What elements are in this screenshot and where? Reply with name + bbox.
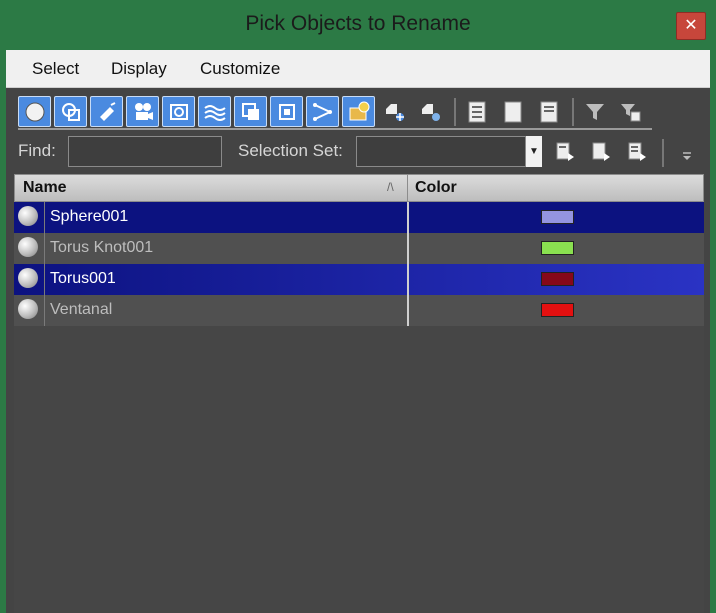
title-bar[interactable]: Pick Objects to Rename ✕ bbox=[0, 0, 716, 50]
object-name: Torus001 bbox=[50, 270, 116, 287]
findbar-separator bbox=[662, 139, 664, 167]
ventanal-object-icon bbox=[18, 299, 38, 319]
object-color-swatch bbox=[541, 303, 574, 317]
edit-selection-set-button[interactable] bbox=[620, 136, 653, 167]
containers-icon bbox=[349, 101, 369, 120]
object-color-swatch bbox=[541, 241, 574, 255]
geometry-icon bbox=[25, 102, 44, 121]
groups-icon bbox=[241, 102, 259, 120]
torus-knot-object-icon bbox=[18, 237, 38, 257]
dialog-content: Select Display Customize Find: Selection… bbox=[6, 50, 710, 613]
filter-options-button[interactable] bbox=[614, 96, 647, 127]
menu-select[interactable]: Select bbox=[32, 59, 79, 79]
find-bar: Find: Selection Set: ▼ bbox=[6, 133, 710, 171]
icon-column-divider bbox=[44, 202, 45, 326]
object-name: Torus Knot001 bbox=[50, 239, 154, 256]
shapes-icon bbox=[61, 102, 80, 121]
filter-options-icon bbox=[620, 103, 640, 121]
bones-icon bbox=[312, 102, 332, 121]
list-item[interactable]: Ventanal bbox=[14, 295, 704, 326]
overflow-icon bbox=[682, 151, 691, 160]
filter-toolbar bbox=[6, 88, 710, 132]
find-input[interactable] bbox=[68, 136, 222, 167]
xrefs-filter-button[interactable] bbox=[270, 96, 303, 127]
select-none-icon bbox=[504, 101, 521, 122]
space-warps-icon bbox=[203, 104, 226, 121]
frozen-objects-icon bbox=[385, 103, 404, 121]
xrefs-icon bbox=[278, 103, 295, 120]
name-column-header[interactable]: Name bbox=[23, 179, 67, 197]
filter-icon bbox=[585, 103, 604, 120]
toolbar-overflow-button[interactable] bbox=[670, 136, 703, 167]
column-separator[interactable] bbox=[407, 175, 408, 202]
list-header: Name /\ Color bbox=[14, 174, 704, 202]
lights-filter-button[interactable] bbox=[90, 96, 123, 127]
filter-button[interactable] bbox=[578, 96, 611, 127]
name-color-divider bbox=[407, 202, 409, 326]
menu-bar: Select Display Customize bbox=[6, 50, 710, 88]
list-item[interactable]: Torus001 bbox=[14, 264, 704, 295]
hidden-objects-icon bbox=[421, 103, 440, 121]
toolbar-separator-2 bbox=[572, 98, 574, 126]
select-none-button[interactable] bbox=[496, 96, 529, 127]
lights-icon bbox=[99, 101, 115, 121]
object-color-swatch bbox=[541, 272, 574, 286]
list-item[interactable]: Torus Knot001 bbox=[14, 233, 704, 264]
sphere-object-icon bbox=[18, 206, 38, 226]
close-button[interactable]: ✕ bbox=[676, 12, 706, 40]
pick-objects-dialog: Pick Objects to Rename ✕ Select Display … bbox=[0, 0, 716, 613]
object-name: Ventanal bbox=[50, 301, 113, 318]
hidden-objects-filter-button[interactable] bbox=[414, 96, 447, 127]
list-item[interactable]: Sphere001 bbox=[14, 202, 704, 233]
select-all-icon bbox=[468, 101, 485, 122]
toolbar-separator bbox=[454, 98, 456, 126]
find-label: Find: bbox=[18, 141, 56, 160]
window-title: Pick Objects to Rename bbox=[245, 12, 471, 35]
space-warps-filter-button[interactable] bbox=[198, 96, 231, 127]
selection-set-label: Selection Set: bbox=[238, 141, 343, 160]
groups-filter-button[interactable] bbox=[234, 96, 267, 127]
containers-filter-button[interactable] bbox=[342, 96, 375, 127]
select-invert-button[interactable] bbox=[532, 96, 565, 127]
menu-display[interactable]: Display bbox=[111, 59, 167, 79]
torus-object-icon bbox=[18, 268, 38, 288]
chevron-down-icon: ▼ bbox=[529, 146, 539, 157]
cameras-filter-button[interactable] bbox=[126, 96, 159, 127]
selection-set-edit-icon bbox=[628, 142, 646, 161]
color-column-header[interactable]: Color bbox=[415, 179, 457, 197]
object-name: Sphere001 bbox=[50, 208, 129, 225]
add-selection-set-button[interactable] bbox=[548, 136, 581, 167]
object-list: Name /\ Color Sphere001 Torus Knot001 To… bbox=[14, 174, 704, 613]
object-color-swatch bbox=[541, 210, 574, 224]
selection-set-add-icon bbox=[556, 142, 574, 161]
menu-customize[interactable]: Customize bbox=[200, 59, 280, 79]
toolbar-underline bbox=[18, 128, 652, 130]
helpers-filter-button[interactable] bbox=[162, 96, 195, 127]
selection-set-input[interactable] bbox=[356, 136, 526, 167]
select-all-button[interactable] bbox=[460, 96, 493, 127]
shapes-filter-button[interactable] bbox=[54, 96, 87, 127]
selection-set-remove-icon bbox=[592, 142, 610, 161]
select-invert-icon bbox=[540, 101, 557, 122]
frozen-objects-filter-button[interactable] bbox=[378, 96, 411, 127]
sort-ascending-icon: /\ bbox=[387, 180, 394, 194]
selection-set-dropdown[interactable]: ▼ bbox=[526, 136, 542, 167]
geometry-filter-button[interactable] bbox=[18, 96, 51, 127]
bones-filter-button[interactable] bbox=[306, 96, 339, 127]
remove-selection-set-button[interactable] bbox=[584, 136, 617, 167]
helpers-icon bbox=[169, 103, 188, 120]
cameras-icon bbox=[134, 102, 153, 120]
